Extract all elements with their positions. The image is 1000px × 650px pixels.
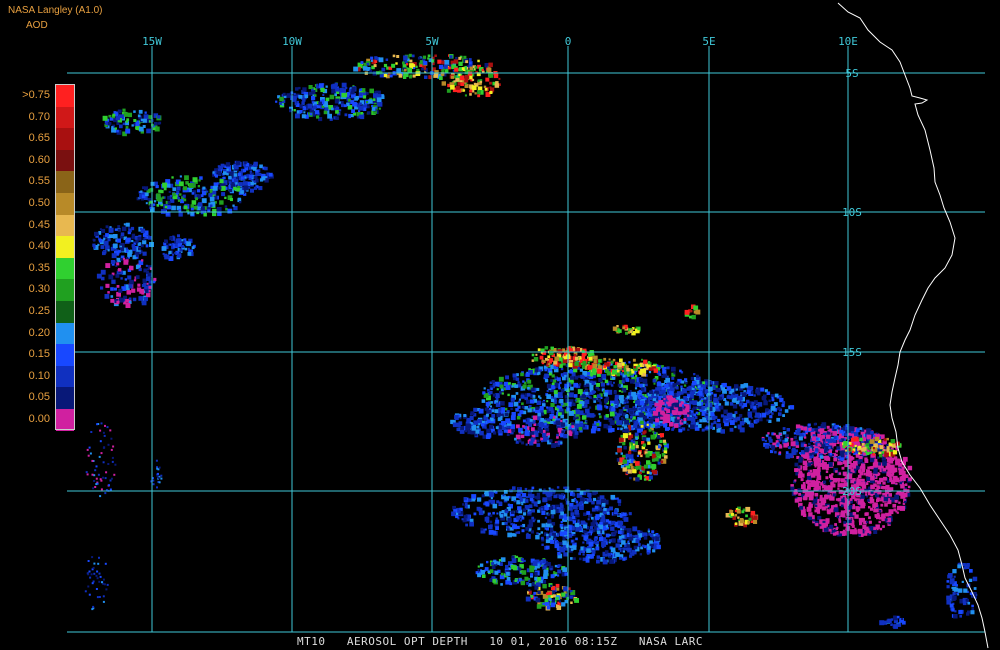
- aerosol-patch: [96, 257, 157, 308]
- product-label: AOD: [26, 20, 48, 31]
- satellite-map: 15W 10W 5W 0 5E 10E 5S 10S 15S 20S NASA Langley …: [0, 0, 1000, 650]
- africa-coastline: [837, 2, 989, 649]
- latitude-label: 5S: [845, 67, 858, 80]
- legend-frame: [55, 84, 75, 430]
- legend-label: 0.65: [28, 132, 50, 145]
- aerosol-patch: [684, 304, 701, 320]
- longitude-label: 0: [565, 35, 572, 48]
- footer-date: 10 01, 2016 08:15Z: [489, 635, 618, 648]
- aerosol-patch: [540, 521, 661, 565]
- aerosol-patch: [725, 506, 759, 528]
- aerosol-field: [84, 53, 978, 629]
- legend-label: 0.70: [28, 110, 50, 123]
- longitude-label: 5E: [702, 35, 715, 48]
- legend-label: 0.45: [28, 218, 50, 231]
- aerosol-patch: [525, 583, 579, 611]
- aerosol-patch: [451, 486, 632, 540]
- legend-label: 0.55: [28, 175, 50, 188]
- legend-label: 0.10: [28, 369, 50, 382]
- aerosol-patch: [85, 422, 117, 498]
- longitude-label: 10E: [838, 35, 858, 48]
- longitude-label: 5W: [425, 35, 439, 48]
- aerosol-patch: [102, 108, 162, 137]
- footer-title: AEROSOL OPT DEPTH: [346, 635, 468, 648]
- legend-label: 0.60: [28, 153, 50, 166]
- source-label: NASA Langley (A1.0): [8, 5, 103, 16]
- legend-label: 0.35: [28, 261, 50, 274]
- latitude-label: 20S: [842, 485, 862, 498]
- legend-label: 0.00: [28, 413, 50, 425]
- aerosol-patch: [946, 562, 978, 619]
- aerosol-patch: [161, 234, 196, 261]
- footer-product: MT10: [296, 635, 326, 648]
- footer-caption: MT10 AEROSOL OPT DEPTH 10 01, 2016 08:15…: [0, 635, 1000, 648]
- aerosol-patch: [879, 615, 906, 629]
- legend-label: 0.05: [28, 391, 50, 404]
- aerosol-patch: [612, 324, 641, 336]
- legend-label: 0.50: [28, 197, 50, 209]
- latitude-label: 10S: [842, 206, 862, 219]
- latitude-label: 15S: [842, 346, 862, 359]
- legend-label: 0.15: [28, 348, 50, 361]
- lat-lon-grid: [67, 46, 985, 633]
- legend-label: 0.30: [28, 283, 50, 296]
- aerosol-patch: [475, 555, 568, 588]
- map-canvas: 15W 10W 5W 0 5E 10E 5S 10S 15S 20S: [67, 2, 989, 649]
- legend-label: 0.25: [28, 305, 50, 317]
- aerosol-patch: [84, 556, 109, 611]
- longitude-label: 10W: [282, 35, 302, 48]
- legend-label: 0.40: [28, 240, 50, 253]
- legend-label: 0.20: [28, 326, 50, 339]
- footer-agency: NASA LARC: [638, 635, 704, 648]
- aerosol-patch: [92, 222, 154, 260]
- legend-label: >0.75: [22, 89, 50, 101]
- aerosol-patch: [615, 420, 669, 482]
- longitude-label: 15W: [142, 35, 162, 48]
